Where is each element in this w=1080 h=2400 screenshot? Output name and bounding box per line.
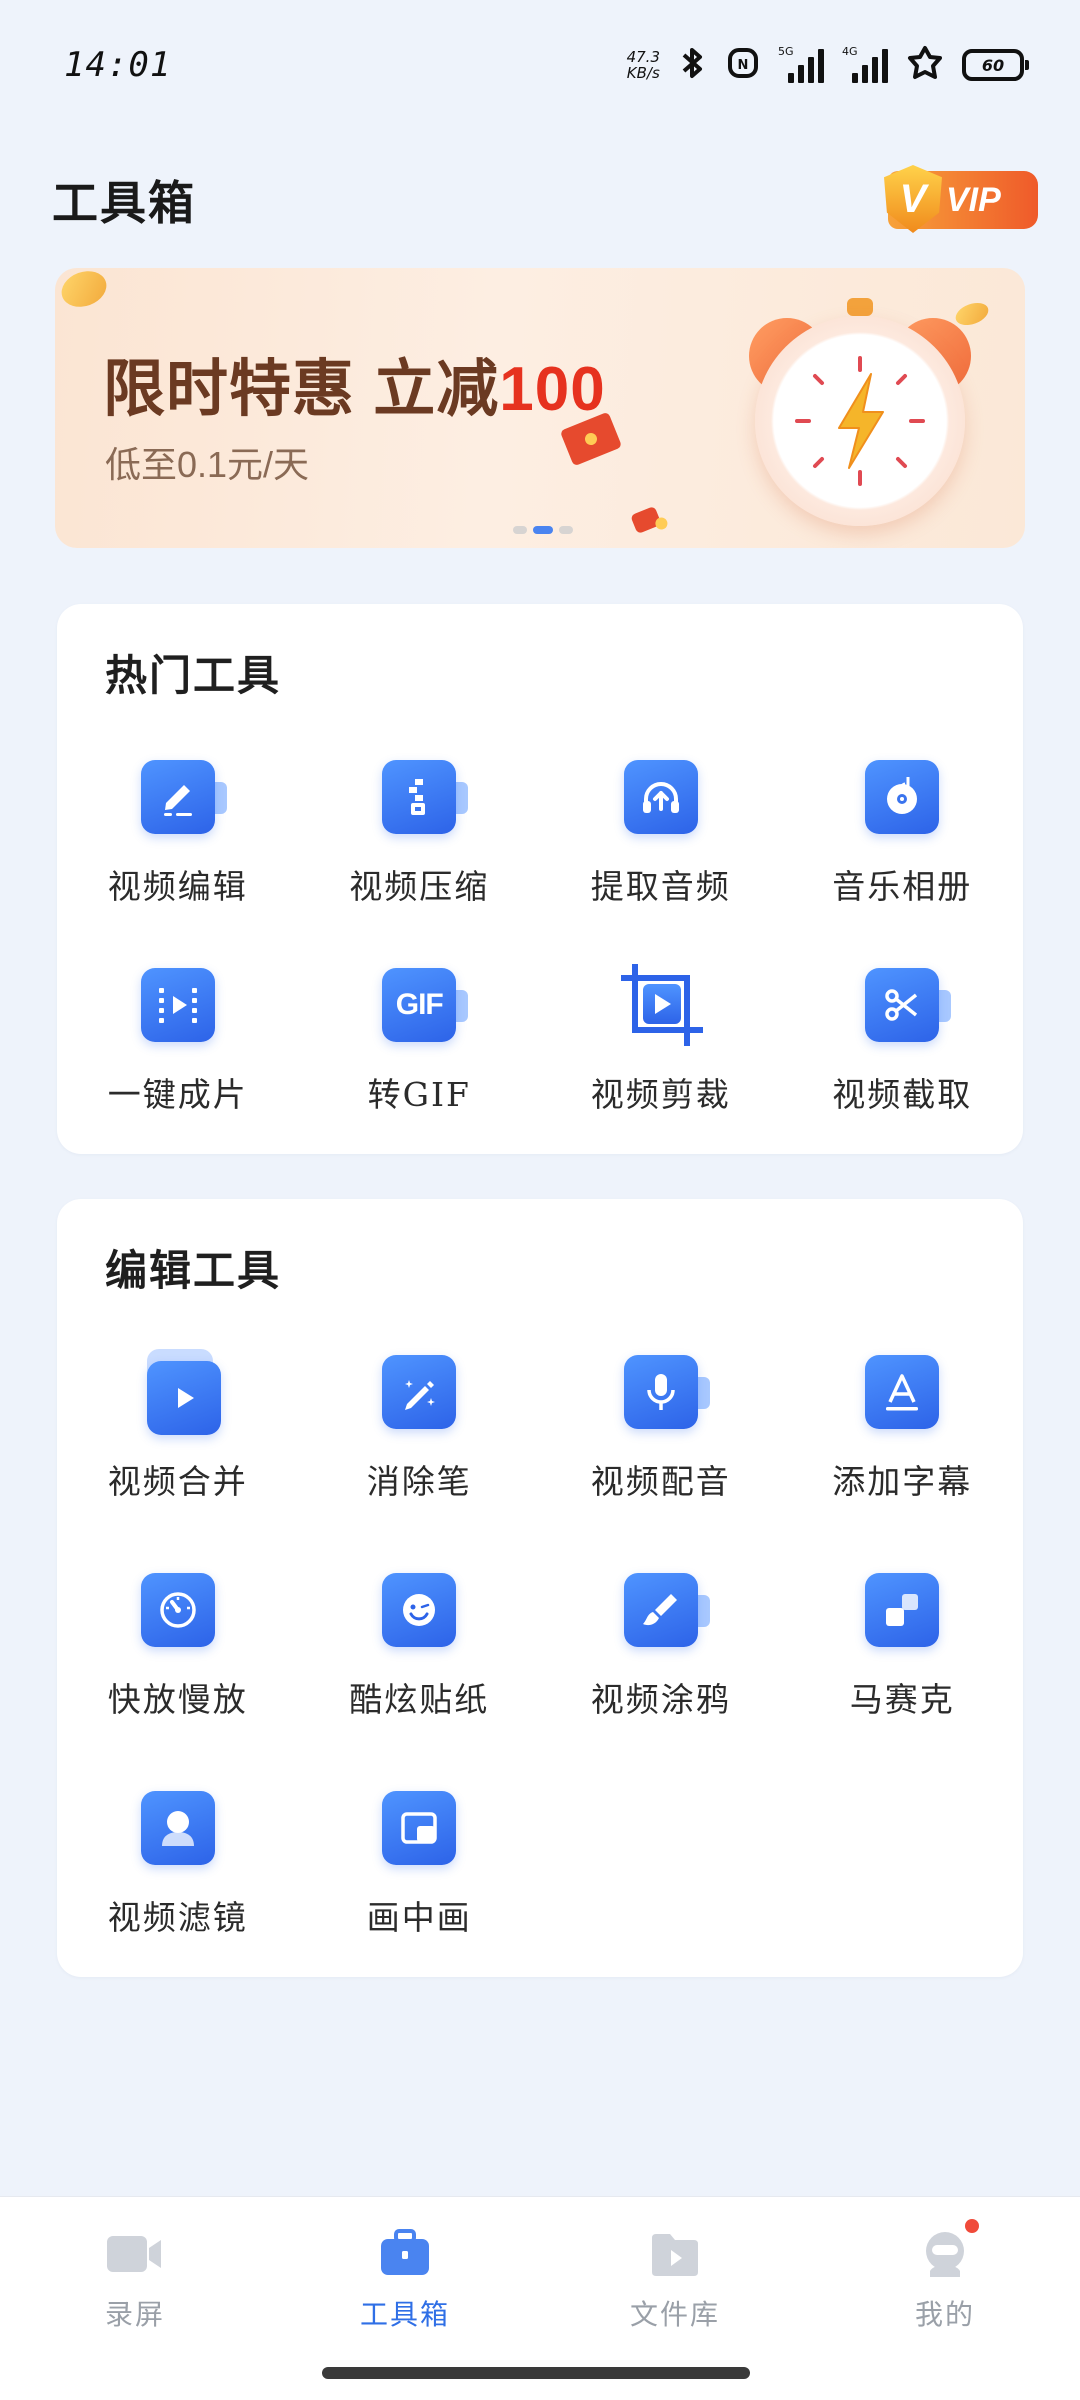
tool-video-merge[interactable]: 视频合并 xyxy=(57,1347,299,1565)
tool-label: 马赛克 xyxy=(849,1680,955,1719)
nav-label: 工具箱 xyxy=(359,2298,450,2331)
doodle-brush-icon xyxy=(606,1565,716,1655)
bluetooth-icon xyxy=(678,46,708,84)
alarm-clock-icon xyxy=(749,298,971,526)
tool-video-crop[interactable]: 视频剪裁 xyxy=(540,960,782,1150)
tool-video-dubbing[interactable]: 视频配音 xyxy=(540,1347,782,1565)
vip-shield-icon: V xyxy=(884,165,942,233)
nav-label: 文件库 xyxy=(629,2298,720,2331)
tool-label: 视频剪裁 xyxy=(590,1075,731,1114)
page-header: 工具箱 V VIP xyxy=(52,165,1038,235)
tool-label: 视频合并 xyxy=(107,1462,248,1501)
hot-tools-card: 热门工具 视频编辑 视频压缩 提取音频 音乐相册 一键成片 GIF 转GIF 视… xyxy=(57,604,1023,1154)
tool-label: 消除笔 xyxy=(366,1462,472,1501)
subtitle-a-icon xyxy=(847,1347,957,1437)
tool-picture-in-picture[interactable]: 画中画 xyxy=(299,1783,541,2001)
filter-icon xyxy=(123,1783,233,1873)
mosaic-icon xyxy=(847,1565,957,1655)
tool-music-album[interactable]: 音乐相册 xyxy=(782,752,1024,960)
toolbox-icon xyxy=(375,2229,435,2279)
tool-label: 提取音频 xyxy=(590,867,731,906)
smiley-sticker-icon xyxy=(364,1565,474,1655)
nav-tab-profile[interactable]: 我的 xyxy=(810,2197,1080,2400)
tool-label: 一键成片 xyxy=(107,1075,248,1114)
tool-video-doodle[interactable]: 视频涂鸦 xyxy=(540,1565,782,1783)
tool-label: 视频配音 xyxy=(590,1462,731,1501)
zip-compress-icon xyxy=(364,752,474,842)
flower-status-icon xyxy=(906,44,944,86)
banner-pagination xyxy=(513,526,573,534)
tool-label: 酷炫贴纸 xyxy=(349,1680,490,1719)
tool-one-click-video[interactable]: 一键成片 xyxy=(57,960,299,1150)
tool-video-edit[interactable]: 视频编辑 xyxy=(57,752,299,960)
tool-video-filter[interactable]: 视频滤镜 xyxy=(57,1783,299,2001)
banner-title: 限时特惠 立减100 xyxy=(103,355,606,424)
profile-avatar-icon xyxy=(915,2219,979,2279)
tool-extract-audio[interactable]: 提取音频 xyxy=(540,752,782,960)
hot-tools-grid: 视频编辑 视频压缩 提取音频 音乐相册 一键成片 GIF 转GIF 视频剪裁 视… xyxy=(57,752,1023,1150)
tool-cool-stickers[interactable]: 酷炫贴纸 xyxy=(299,1565,541,1783)
signal-sim1-icon: 5G xyxy=(778,45,824,83)
tool-label: 视频滤镜 xyxy=(107,1898,248,1937)
svg-text:N: N xyxy=(738,58,749,73)
banner-dot[interactable] xyxy=(513,526,527,534)
red-envelope-decoration xyxy=(630,505,662,535)
pencil-edit-icon xyxy=(123,752,233,842)
vip-label: VIP xyxy=(946,180,1001,219)
tool-label: 视频涂鸦 xyxy=(590,1680,731,1719)
promo-banner[interactable]: 限时特惠 立减100 低至0.1元/天 xyxy=(55,268,1025,548)
tool-label: 快放慢放 xyxy=(107,1680,248,1719)
magic-pen-icon xyxy=(364,1347,474,1437)
home-indicator[interactable] xyxy=(322,2367,750,2379)
tool-label: 视频截取 xyxy=(832,1075,973,1114)
microphone-icon xyxy=(606,1347,716,1437)
merge-video-icon xyxy=(123,1347,233,1437)
status-icons: 47.3 KB/s N 5G 4G 60 xyxy=(626,44,1029,86)
battery-icon: 60 xyxy=(962,49,1029,81)
tool-label: 视频编辑 xyxy=(107,867,248,906)
status-bar: 14:01 47.3 KB/s N 5G 4G 60 xyxy=(0,0,1080,130)
notification-badge xyxy=(965,2219,979,2233)
nav-label: 录屏 xyxy=(104,2298,165,2331)
tool-label: 画中画 xyxy=(366,1898,472,1937)
nav-label: 我的 xyxy=(914,2298,975,2331)
nfc-icon: N xyxy=(726,46,760,84)
music-disc-icon xyxy=(847,752,957,842)
tool-video-trim[interactable]: 视频截取 xyxy=(782,960,1024,1150)
coin-decoration xyxy=(56,268,112,313)
banner-dot[interactable] xyxy=(559,526,573,534)
crop-icon xyxy=(606,960,716,1050)
film-strip-icon xyxy=(123,960,233,1050)
section-title-hot-tools: 热门工具 xyxy=(105,651,282,700)
page-title: 工具箱 xyxy=(52,176,196,230)
banner-dot-active[interactable] xyxy=(533,526,553,534)
banner-subtitle: 低至0.1元/天 xyxy=(105,444,310,485)
tool-label: 转GIF xyxy=(367,1075,471,1114)
signal-sim2-icon: 4G xyxy=(842,45,888,83)
tool-label: 视频压缩 xyxy=(349,867,490,906)
vip-button[interactable]: V VIP xyxy=(884,165,1038,233)
network-speed: 47.3 KB/s xyxy=(626,48,660,82)
headphones-icon xyxy=(606,752,716,842)
nav-tab-screen-record[interactable]: 录屏 xyxy=(0,2197,270,2400)
speedometer-icon xyxy=(123,1565,233,1655)
tool-label: 添加字幕 xyxy=(832,1462,973,1501)
tool-add-subtitle[interactable]: 添加字幕 xyxy=(782,1347,1024,1565)
folder-video-icon xyxy=(645,2229,705,2279)
video-camera-icon xyxy=(105,2229,165,2279)
tool-video-compress[interactable]: 视频压缩 xyxy=(299,752,541,960)
edit-tools-grid: 视频合并 消除笔 视频配音 添加字幕 快放慢放 酷炫贴纸 视频涂鸦 马赛克 视频… xyxy=(57,1347,1023,2001)
gif-icon: GIF xyxy=(364,960,474,1050)
edit-tools-card: 编辑工具 视频合并 消除笔 视频配音 添加字幕 快放慢放 酷炫贴纸 视频涂鸦 马… xyxy=(57,1199,1023,1977)
section-title-edit-tools: 编辑工具 xyxy=(105,1246,282,1295)
status-time: 14:01 xyxy=(64,45,172,85)
tool-to-gif[interactable]: GIF 转GIF xyxy=(299,960,541,1150)
tool-eraser-pen[interactable]: 消除笔 xyxy=(299,1347,541,1565)
tool-mosaic[interactable]: 马赛克 xyxy=(782,1565,1024,1783)
tool-speed-control[interactable]: 快放慢放 xyxy=(57,1565,299,1783)
tool-label: 音乐相册 xyxy=(832,867,973,906)
picture-in-picture-icon xyxy=(364,1783,474,1873)
scissors-icon xyxy=(847,960,957,1050)
